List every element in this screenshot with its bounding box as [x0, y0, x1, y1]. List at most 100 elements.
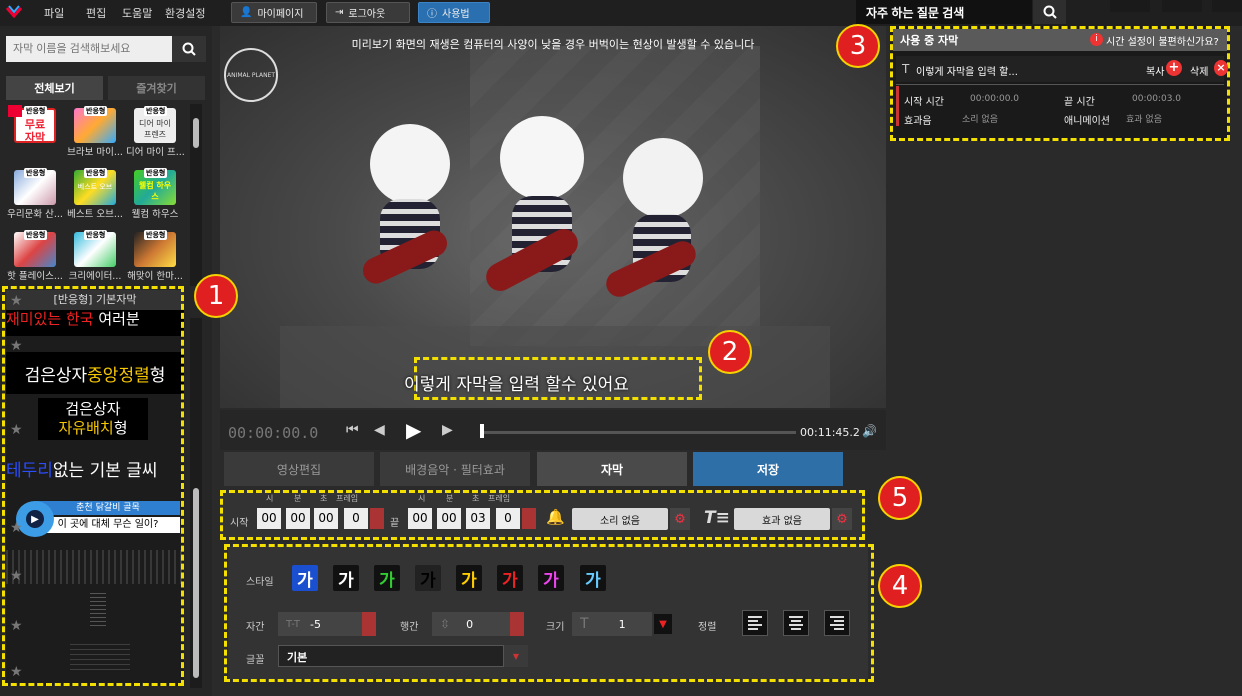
- copy-plus-icon[interactable]: +: [1166, 60, 1182, 76]
- font-size-input[interactable]: T1: [572, 612, 652, 636]
- template-thumb[interactable]: 반응형 브라보 마이...: [66, 104, 124, 159]
- style-swatch-pink[interactable]: 가: [538, 565, 564, 591]
- template-scrollbar-thumb[interactable]: [193, 118, 199, 148]
- marker-2: 2: [708, 330, 752, 374]
- start-second-input[interactable]: 00: [314, 508, 338, 529]
- font-size-dropdown-icon[interactable]: ▼: [654, 614, 672, 634]
- menu-help[interactable]: 도움말: [122, 5, 152, 21]
- effect-select[interactable]: 효과 없음: [734, 508, 830, 530]
- channel-logo: ANIMAL PLANET: [224, 48, 278, 102]
- sound-settings-gear-icon[interactable]: ⚙: [670, 508, 690, 530]
- style-swatch-white[interactable]: 가: [333, 565, 359, 591]
- current-time: 00:00:00.0: [228, 424, 319, 442]
- start-hour-input[interactable]: 00: [257, 508, 281, 529]
- search-icon: [182, 42, 196, 56]
- template-thumb[interactable]: 반응형 우리문화 산...: [6, 166, 64, 221]
- skip-start-icon[interactable]: ⏮: [346, 422, 359, 438]
- video-frame-puppy: [358, 124, 458, 314]
- end-minute-input[interactable]: 00: [437, 508, 461, 529]
- effect-settings-gear-icon[interactable]: ⚙: [832, 508, 852, 530]
- tab-all[interactable]: 전체보기: [6, 76, 103, 100]
- warning-icon: i: [1090, 33, 1103, 46]
- folder-icon: [8, 105, 22, 117]
- maximize-button[interactable]: [1162, 0, 1202, 12]
- text-effect-icon: T≡: [704, 508, 730, 528]
- template-thumb[interactable]: 반응형 웰컴 하우스 웰컴 하우스: [126, 166, 184, 221]
- total-time: 00:11:45.2: [800, 426, 860, 439]
- preview-notice: 미리보기 화면의 재생은 컴퓨터의 사양이 낮을 경우 버벅이는 현상이 발생할…: [351, 38, 755, 51]
- line-spacing-stepper[interactable]: [510, 612, 524, 636]
- menu-edit[interactable]: 편집: [86, 5, 106, 21]
- letter-spacing-stepper[interactable]: [362, 612, 376, 636]
- minimize-button[interactable]: [1110, 0, 1150, 12]
- bell-icon: 🔔: [546, 508, 565, 526]
- time-setting-help-link[interactable]: 시간 설정이 불편하신가요?: [1106, 33, 1219, 48]
- template-thumb[interactable]: 반응형 디어 마이 프렌즈 디어 마이 프...: [126, 104, 184, 159]
- volume-icon[interactable]: 🔊: [862, 424, 877, 438]
- play-icon[interactable]: ▶: [406, 418, 421, 442]
- video-caption[interactable]: 이렇게 자막을 입력 할수 있어요: [404, 370, 629, 395]
- sound-select[interactable]: 소리 없음: [572, 508, 668, 530]
- step-forward-icon[interactable]: ▶: [442, 422, 453, 438]
- end-hour-input[interactable]: 00: [408, 508, 432, 529]
- seek-bar[interactable]: [484, 431, 796, 434]
- tab-favorites[interactable]: 즐겨찾기: [108, 76, 205, 100]
- line-spacing-input[interactable]: ⇳ 0: [432, 612, 510, 636]
- highlight-box-1: [2, 286, 184, 686]
- step-back-icon[interactable]: ◀: [374, 422, 385, 438]
- align-center-button[interactable]: [783, 610, 809, 636]
- subtitle-search-input[interactable]: [6, 36, 172, 62]
- player-controls: [220, 410, 886, 450]
- line-spacing-icon: ⇳: [440, 617, 451, 631]
- style-swatch-green[interactable]: 가: [374, 565, 400, 591]
- save-button[interactable]: 저장: [693, 452, 843, 486]
- video-frame-puppy: [602, 138, 713, 318]
- template-thumb[interactable]: 반응형 크리에이터...: [66, 228, 124, 283]
- end-frame-stepper[interactable]: [522, 508, 536, 529]
- video-preview[interactable]: ANIMAL PLANET: [220, 26, 886, 408]
- used-subtitle-text: 이렇게 자막을 입력 할...: [916, 67, 1018, 78]
- logout-button[interactable]: ⇥ 로그아웃: [326, 2, 410, 23]
- marker-3: 3: [836, 24, 880, 68]
- close-button[interactable]: [1212, 0, 1242, 12]
- subtitle-search-button[interactable]: [172, 36, 206, 62]
- letter-spacing-input[interactable]: T-T -5: [278, 612, 362, 636]
- end-frame-input[interactable]: 0: [496, 508, 520, 529]
- style-swatch-black[interactable]: 가: [415, 565, 441, 591]
- style-swatch-yellow[interactable]: 가: [456, 565, 482, 591]
- template-grid: 반응형 무료 자막 반응형 브라보 마이... 반응형 디어 마이 프렌즈 디어…: [6, 104, 184, 286]
- template-thumb[interactable]: 반응형 무료 자막: [6, 104, 64, 159]
- howto-button[interactable]: ⓘ 사용법: [418, 2, 490, 23]
- menu-file[interactable]: 파일: [44, 5, 64, 21]
- template-thumb[interactable]: 반응형 핫 플레이스...: [6, 228, 64, 283]
- mypage-button[interactable]: 👤 마이페이지: [231, 2, 317, 23]
- faq-search-button[interactable]: [1033, 0, 1066, 24]
- faq-search-input[interactable]: [856, 0, 1032, 24]
- font-dropdown-icon[interactable]: ▼: [504, 645, 528, 667]
- align-right-button[interactable]: [824, 610, 850, 636]
- tab-bgm-filter[interactable]: 배경음악 · 필터효과: [380, 452, 530, 486]
- align-left-button[interactable]: [742, 610, 768, 636]
- search-icon: [1043, 5, 1057, 19]
- style-swatch-red[interactable]: 가: [497, 565, 523, 591]
- app-window: 파일 편집 도움말 환경설정 👤마이페이지 ⇥로그아웃 ⓘ사용법 전체보기 즐겨…: [0, 0, 1242, 696]
- font-family-select[interactable]: 기본: [278, 645, 504, 667]
- menu-settings[interactable]: 환경설정: [165, 5, 205, 21]
- style-swatch-sky[interactable]: 가: [580, 565, 606, 591]
- seek-handle[interactable]: [480, 424, 484, 438]
- template-thumb[interactable]: 반응형 해맞이 한마...: [126, 228, 184, 283]
- end-second-input[interactable]: 03: [466, 508, 490, 529]
- marker-1: 1: [194, 274, 238, 318]
- tab-subtitle[interactable]: 자막: [537, 452, 687, 486]
- start-frame-stepper[interactable]: [370, 508, 384, 529]
- tab-video-edit[interactable]: 영상편집: [224, 452, 374, 486]
- start-minute-input[interactable]: 00: [286, 508, 310, 529]
- delete-x-icon[interactable]: ×: [1214, 60, 1228, 76]
- style-swatch-blue[interactable]: 가: [292, 565, 318, 591]
- selected-marker: [896, 86, 899, 126]
- template-thumb[interactable]: 반응형 베스트 오브 베스트 오브...: [66, 166, 124, 221]
- start-frame-input[interactable]: 0: [344, 508, 368, 529]
- text-icon: T: [902, 62, 910, 76]
- app-logo-icon: [5, 4, 23, 20]
- style-scrollbar-thumb[interactable]: [193, 488, 199, 678]
